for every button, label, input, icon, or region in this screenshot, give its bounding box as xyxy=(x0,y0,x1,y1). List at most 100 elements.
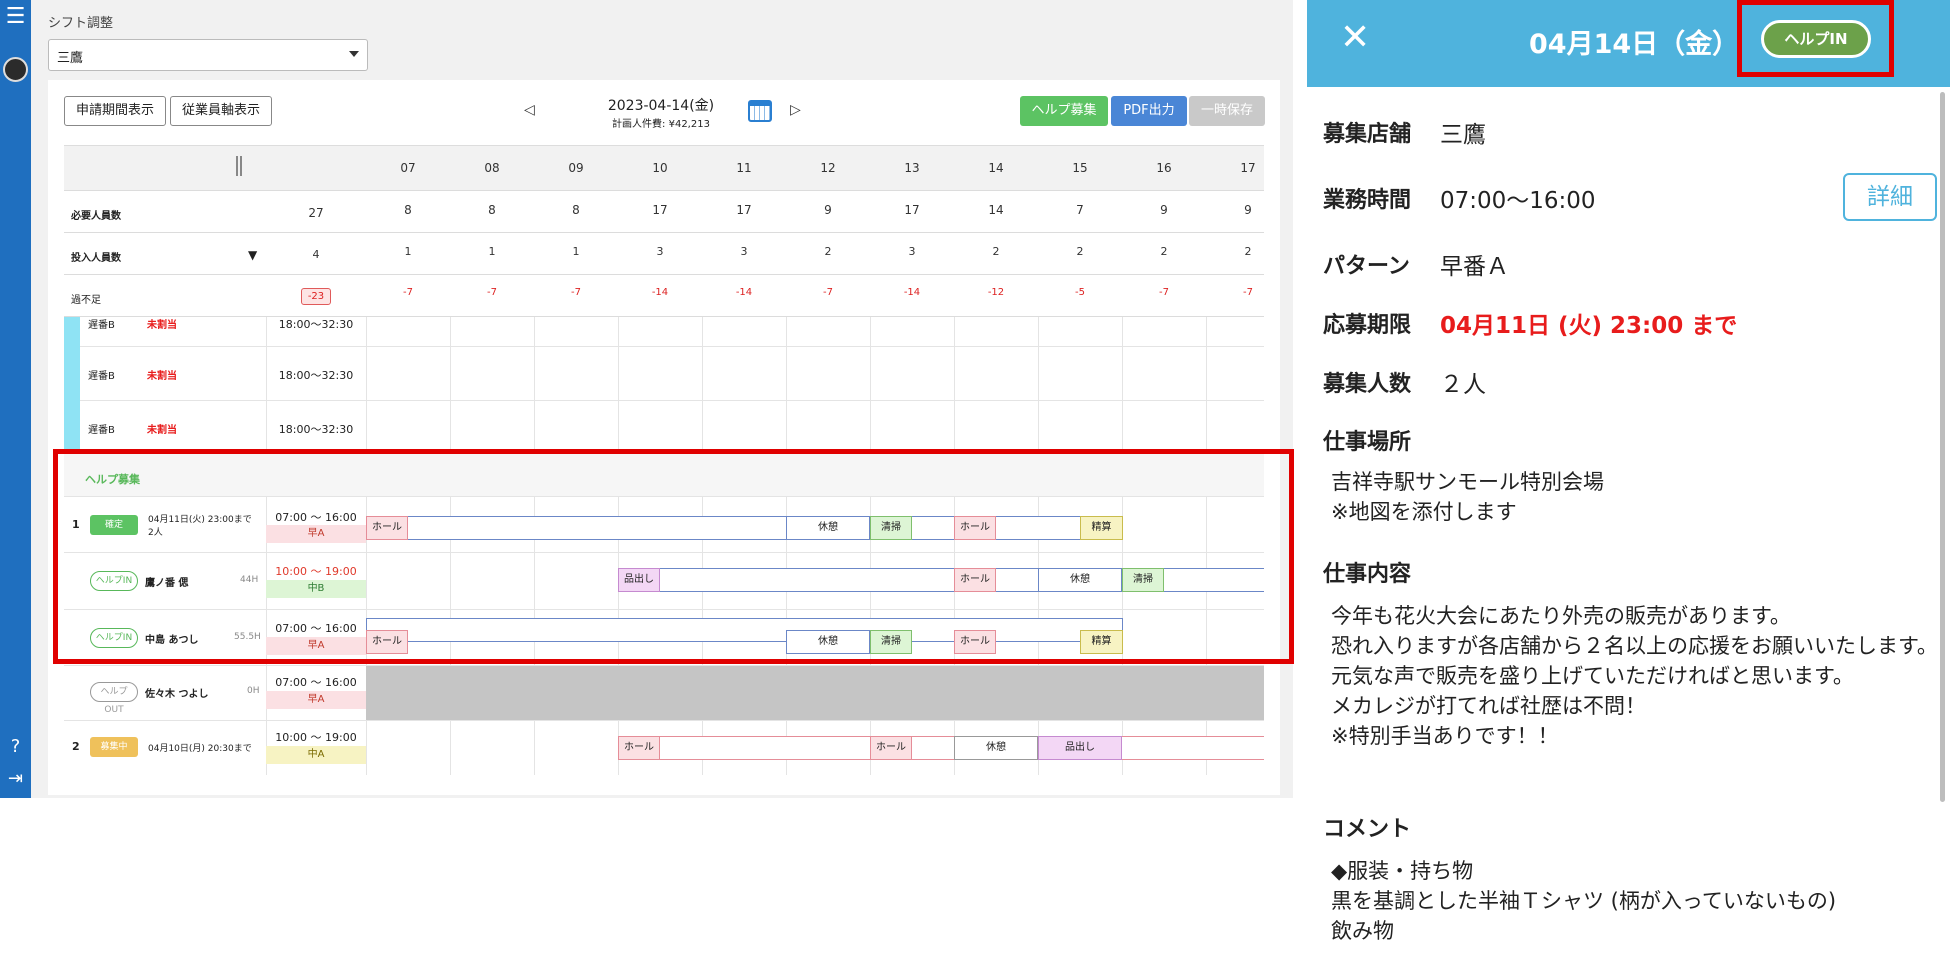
assigned-value: 3 xyxy=(656,245,664,258)
panel-header: ✕ 04月14日（金） ヘルプIN xyxy=(1307,0,1950,87)
shortage-value: -14 xyxy=(735,287,753,298)
deadline-label: 応募期限 xyxy=(1323,313,1412,338)
assigned-value: 2 xyxy=(1244,245,1252,258)
required-value: 14 xyxy=(988,203,1004,217)
shift-row[interactable]: 遅番B 未割当 18:00～32:30 xyxy=(64,347,1264,401)
hour-label: 15 xyxy=(1072,161,1088,175)
help-index: 2 xyxy=(72,740,80,753)
pdf-export-button[interactable]: PDF出力 xyxy=(1111,96,1187,126)
shift-status: 未割当 xyxy=(147,425,177,436)
staff-hours: 0H xyxy=(247,686,260,696)
comment-label: コメント xyxy=(1323,817,1412,842)
shift-status: 未割当 xyxy=(147,371,177,382)
shortage-value: -7 xyxy=(1243,287,1253,298)
highlight-box xyxy=(1737,0,1894,77)
shortage-value: -7 xyxy=(571,287,581,298)
store-value: 三鷹 xyxy=(1440,122,1486,148)
help-pattern: 中A xyxy=(266,746,366,764)
role-color-strip xyxy=(64,401,80,454)
store-select[interactable]: 三鷹 xyxy=(48,39,368,71)
required-label: 必要人員数 xyxy=(71,211,121,222)
assigned-value: 1 xyxy=(488,245,496,258)
help-request-row[interactable]: 2 募集中 04月10日(月) 20:30まで 10:00 ～ 19:00 中A… xyxy=(64,721,1264,775)
shift-pattern: 遅番B xyxy=(88,320,115,331)
role-color-strip xyxy=(64,317,80,347)
required-value: 8 xyxy=(488,203,496,217)
page-title: シフト調整 xyxy=(48,16,114,31)
assigned-value: 2 xyxy=(992,245,1000,258)
store-select-value: 三鷹 xyxy=(57,51,84,66)
assigned-total: 4 xyxy=(312,248,320,261)
caret-down-icon[interactable]: ▼ xyxy=(248,248,257,262)
panel-scrollbar[interactable] xyxy=(1940,92,1945,802)
shift-row[interactable]: 遅番B 未割当 18:00～32:30 xyxy=(64,317,1264,347)
unavailable-block xyxy=(366,666,1264,720)
recruiting-badge: 募集中 xyxy=(90,737,138,757)
shortage-value: -7 xyxy=(487,287,497,298)
user-avatar[interactable] xyxy=(3,57,28,82)
required-value: 7 xyxy=(1076,203,1084,217)
shift-adjust-area: シフト調整 三鷹 申請期間表示 従業員軸表示 ◁ 2023-04-14(金) 計… xyxy=(31,0,1294,798)
required-value: 17 xyxy=(904,203,920,217)
staff-time: 07:00 ～ 16:00 xyxy=(275,676,357,689)
place-label: 仕事場所 xyxy=(1323,430,1412,455)
hour-label: 12 xyxy=(820,161,836,175)
resize-handle-icon[interactable] xyxy=(236,156,242,176)
hour-label: 08 xyxy=(484,161,500,175)
hour-label: 11 xyxy=(736,161,752,175)
help-out-badge: ヘルプOUT xyxy=(90,682,138,715)
hour-label: 17 xyxy=(1240,161,1256,175)
hour-label: 10 xyxy=(652,161,668,175)
shift-time: 18:00～32:30 xyxy=(278,369,354,382)
shortage-value: -7 xyxy=(823,287,833,298)
shift-pattern: 遅番B xyxy=(88,371,115,382)
required-row: 必要人員数 27 8 8 8 17 17 9 17 14 7 9 9 xyxy=(64,191,1264,233)
shortage-value: -5 xyxy=(1075,287,1085,298)
assigned-row: 投入人員数 ▼ 4 1 1 1 3 3 2 3 2 2 2 2 xyxy=(64,233,1264,275)
shortage-value: -14 xyxy=(651,287,669,298)
assigned-label: 投入人員数 xyxy=(71,253,121,264)
assigned-value: 1 xyxy=(404,245,412,258)
content-label: 仕事内容 xyxy=(1323,562,1412,587)
hour-label: 16 xyxy=(1156,161,1172,175)
calendar-icon[interactable] xyxy=(748,100,772,122)
help-icon[interactable]: ? xyxy=(0,736,31,757)
deadline-value: 04月11日 (火) 23:00 まで xyxy=(1440,313,1738,339)
help-out-row[interactable]: ヘルプOUT 佐々木 つよし 0H 07:00 ～ 16:00 早A xyxy=(64,666,1264,721)
next-day-icon[interactable]: ▷ xyxy=(790,102,801,118)
shortage-value: -12 xyxy=(987,287,1005,298)
detail-button[interactable]: 詳細 xyxy=(1843,173,1937,221)
hours-label: 業務時間 xyxy=(1323,188,1412,213)
shift-status: 未割当 xyxy=(147,320,177,331)
count-value: ２人 xyxy=(1440,372,1486,398)
logout-icon[interactable]: ⇥ xyxy=(0,768,31,789)
menu-icon[interactable]: ☰ xyxy=(0,6,31,28)
shift-row[interactable]: 遅番B 未割当 18:00～32:30 xyxy=(64,401,1264,454)
shortage-value: -14 xyxy=(903,287,921,298)
chevron-down-icon xyxy=(349,51,359,57)
assigned-value: 3 xyxy=(740,245,748,258)
shift-bar[interactable]: ホール ホール 休憩 品出し xyxy=(618,736,1264,760)
close-icon[interactable]: ✕ xyxy=(1340,18,1370,58)
staff-name: 佐々木 つよし xyxy=(145,689,209,700)
required-total: 27 xyxy=(308,206,324,220)
employee-view-button[interactable]: 従業員軸表示 xyxy=(170,96,272,126)
required-value: 8 xyxy=(572,203,580,217)
assigned-value: 2 xyxy=(1160,245,1168,258)
prev-day-icon[interactable]: ◁ xyxy=(524,102,535,118)
period-view-button[interactable]: 申請期間表示 xyxy=(64,96,166,126)
required-value: 9 xyxy=(1244,203,1252,217)
help-time: 10:00 ～ 19:00 xyxy=(275,731,357,744)
app-sidebar: ☰ ? ⇥ xyxy=(0,0,31,798)
shortage-label: 過不足 xyxy=(71,295,101,306)
help-deadline: 04月10日(月) 20:30まで xyxy=(148,744,252,754)
shortage-row: 過不足 -23 -7 -7 -7 -14 -14 -7 -14 -12 -5 -… xyxy=(64,275,1264,317)
temp-save-button[interactable]: 一時保存 xyxy=(1189,96,1265,126)
shift-pattern: 遅番B xyxy=(88,425,115,436)
schedule-card: 申請期間表示 従業員軸表示 ◁ 2023-04-14(金) 計画人件費: ¥42… xyxy=(48,80,1280,795)
hour-header: 07 08 09 10 11 12 13 14 15 16 17 xyxy=(64,146,1264,191)
required-value: 9 xyxy=(1160,203,1168,217)
hour-label: 14 xyxy=(988,161,1004,175)
help-recruit-button[interactable]: ヘルプ募集 xyxy=(1020,96,1108,126)
hours-value: 07:00～16:00 xyxy=(1440,188,1596,214)
